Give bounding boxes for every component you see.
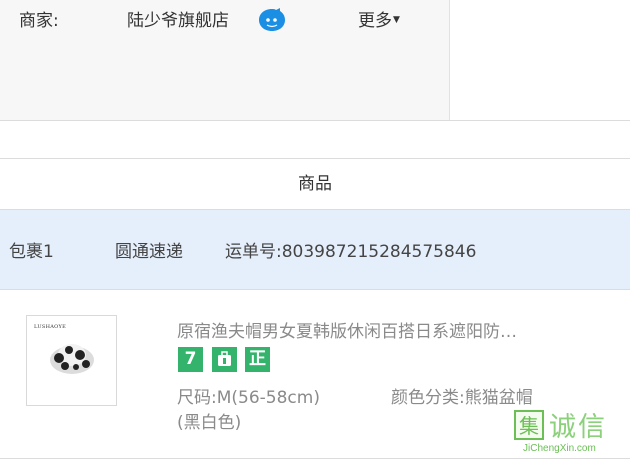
more-label: 更多 bbox=[358, 11, 392, 31]
color-spec-continued: (黑白色) bbox=[177, 413, 242, 433]
chat-icon[interactable] bbox=[258, 7, 286, 33]
package-bar: 包裹1 圆通速递 运单号:803987215284575846 bbox=[0, 210, 630, 289]
divider bbox=[0, 120, 630, 121]
chevron-down-icon: ▼ bbox=[393, 15, 400, 25]
goods-column-header: 商品 bbox=[298, 174, 332, 194]
shipping-insurance-icon bbox=[212, 347, 237, 372]
more-menu-button[interactable]: 更多▼ bbox=[358, 6, 400, 31]
watermark-text: 诚信 bbox=[549, 412, 607, 443]
merchant-panel-side bbox=[449, 0, 630, 120]
watermark-url: JiChengXin.com bbox=[523, 443, 596, 454]
color-spec: 颜色分类:熊猫盆帽 bbox=[391, 388, 533, 408]
product-thumbnail[interactable]: LUSHAOYE bbox=[26, 315, 117, 406]
product-title-link[interactable]: 原宿渔夫帽男女夏韩版休闲百搭日系遮阳防… bbox=[177, 317, 597, 342]
merchant-store-link[interactable]: 陆少爷旗舰店 bbox=[127, 6, 229, 31]
watermark-logo-icon: 集 bbox=[514, 410, 544, 440]
tracking-number: 运单号:803987215284575846 bbox=[225, 242, 477, 262]
size-spec: 尺码:M(56-58cm) bbox=[177, 388, 320, 408]
divider bbox=[0, 289, 630, 290]
panda-hat-image bbox=[50, 344, 94, 374]
thumbnail-brand-text: LUSHAOYE bbox=[34, 324, 67, 330]
seven-day-return-badge: 7 bbox=[178, 347, 203, 372]
merchant-label: 商家: bbox=[19, 11, 59, 31]
authentic-badge: 正 bbox=[245, 347, 270, 372]
package-name: 包裹1 bbox=[9, 242, 54, 262]
courier-name: 圆通速递 bbox=[115, 242, 183, 262]
